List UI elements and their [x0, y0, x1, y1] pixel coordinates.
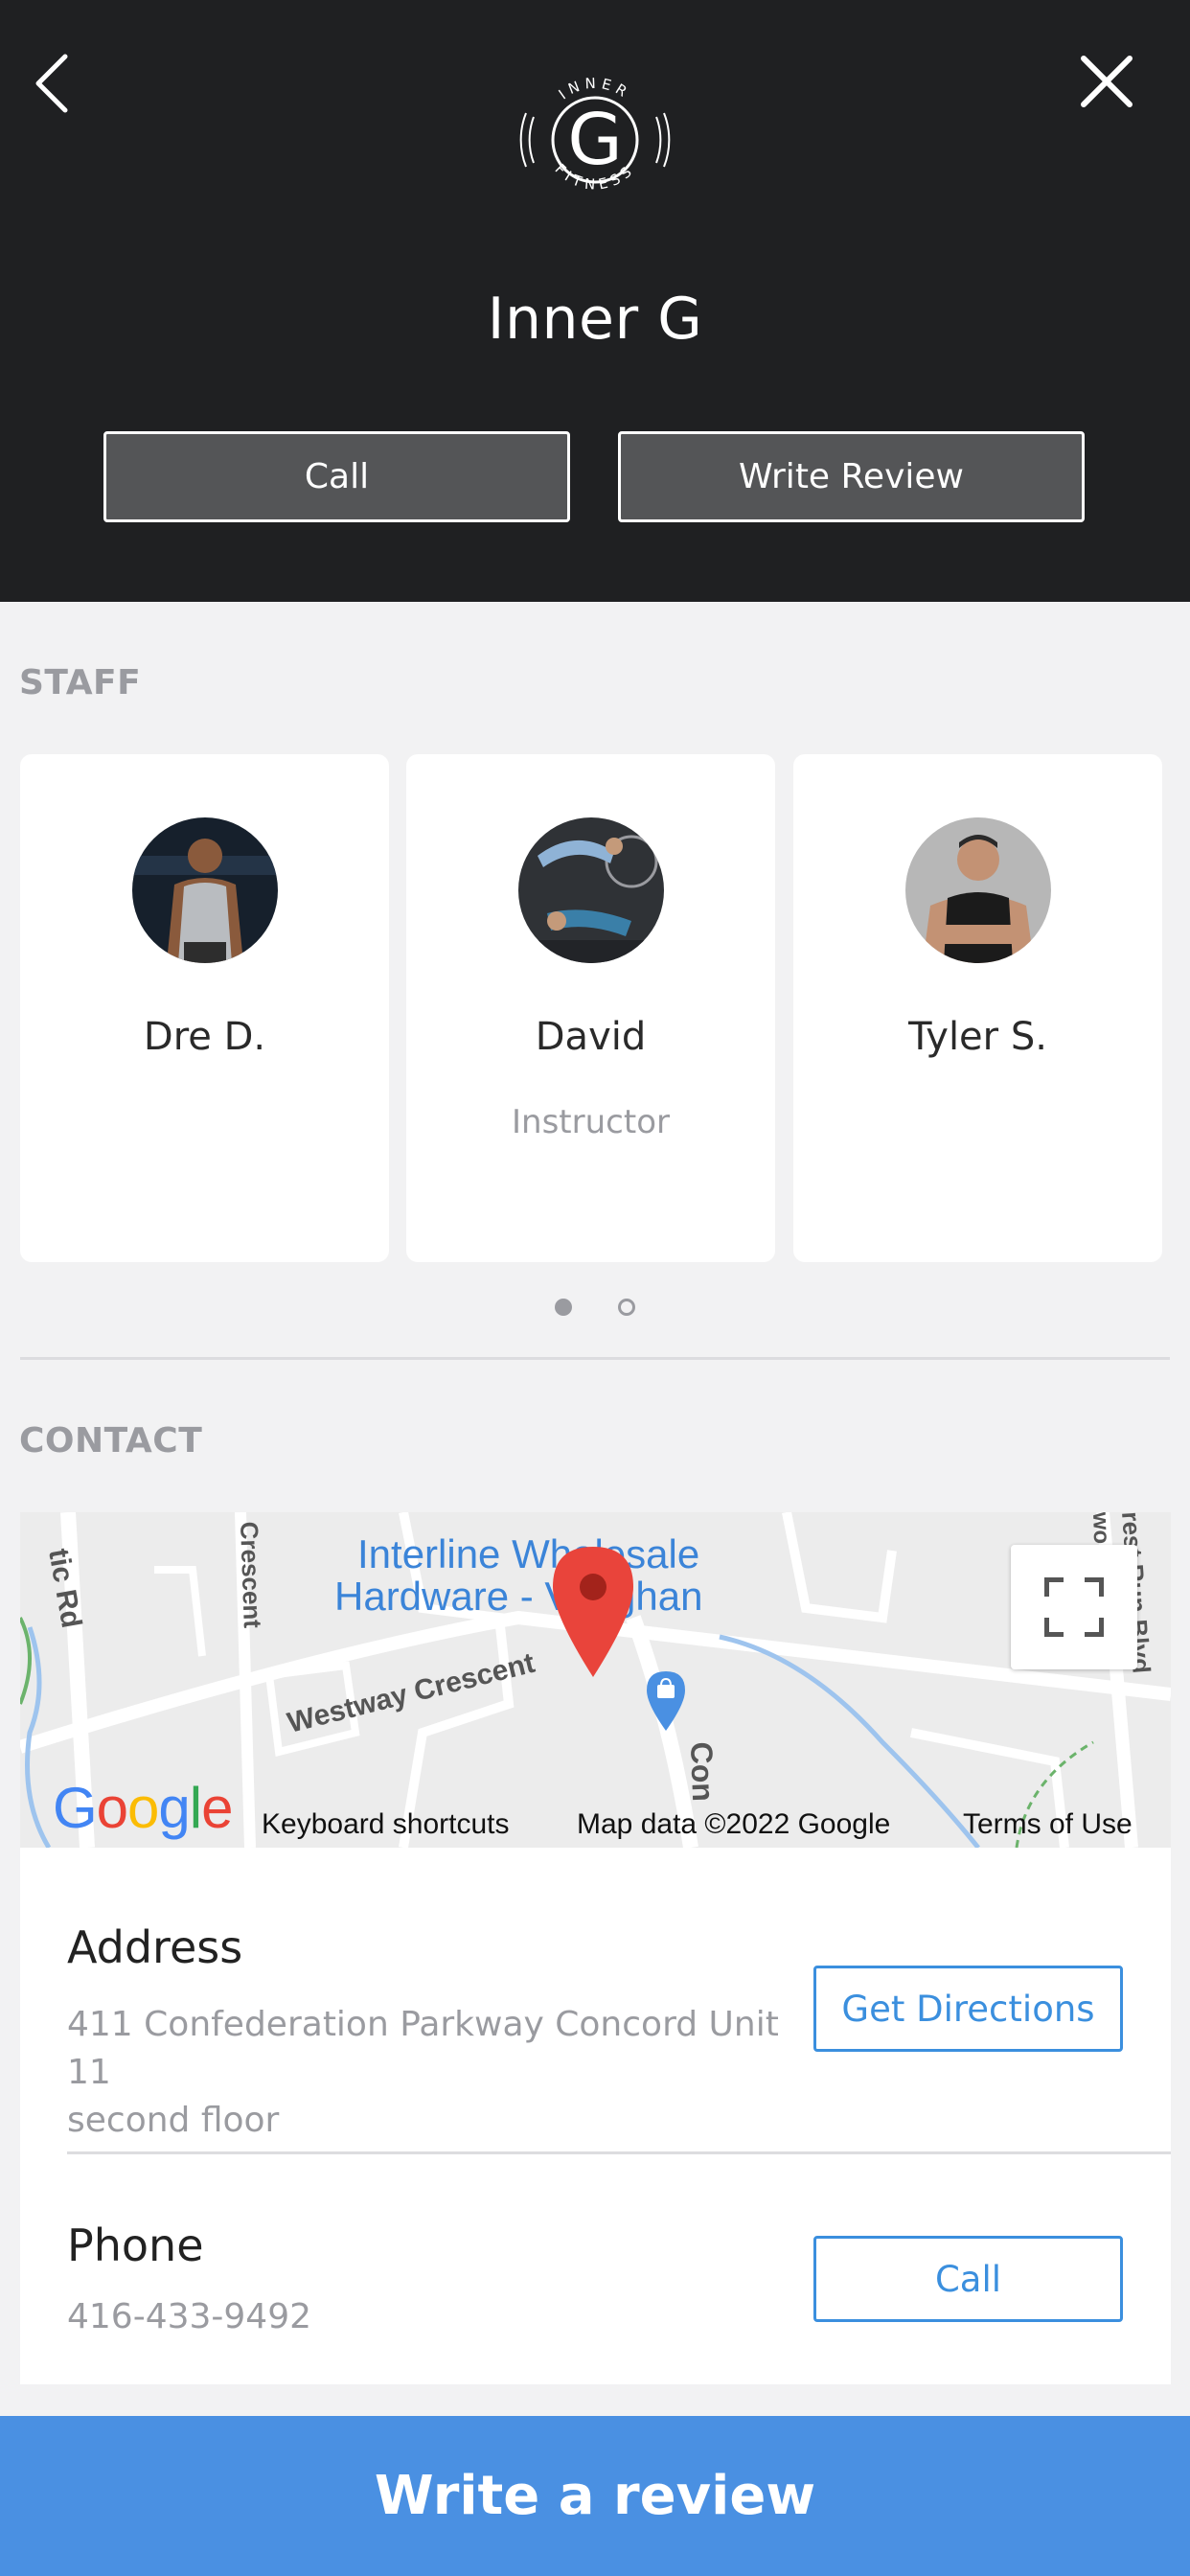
address-line-2: second floor — [67, 2101, 280, 2140]
address-line-1: 411 Confederation Parkway Concord Unit 1… — [67, 2005, 779, 2092]
avatar — [518, 817, 664, 963]
get-directions-button[interactable]: Get Directions — [813, 1966, 1123, 2052]
staff-pager — [0, 1296, 1190, 1319]
phone-call-button[interactable]: Call — [813, 2236, 1123, 2322]
address-title: Address — [67, 1921, 243, 1973]
close-icon — [1081, 56, 1133, 107]
staff-section-label: STAFF — [19, 663, 142, 702]
phone-title: Phone — [67, 2220, 204, 2271]
avatar — [132, 817, 278, 963]
contact-section-label: CONTACT — [19, 1421, 203, 1460]
staff-name: David — [535, 1015, 647, 1059]
header: INNER FITNESS G Inner G Call Write Revie… — [0, 0, 1190, 602]
pager-dot-active[interactable] — [555, 1299, 572, 1316]
staff-card[interactable]: Tyler S. — [793, 754, 1162, 1262]
map-data-attribution: Map data ©2022 Google — [577, 1808, 891, 1840]
header-call-button[interactable]: Call — [103, 431, 570, 522]
svg-text:Con: Con — [684, 1741, 721, 1802]
fullscreen-icon — [1044, 1577, 1104, 1637]
phone-number: 416-433-9492 — [67, 2297, 312, 2336]
svg-text:Crescent: Crescent — [235, 1521, 267, 1629]
keyboard-shortcuts-link[interactable]: Keyboard shortcuts — [262, 1804, 509, 1846]
staff-name: Tyler S. — [908, 1015, 1047, 1059]
avatar — [905, 817, 1051, 963]
write-a-review-button[interactable]: Write a review — [0, 2416, 1190, 2576]
pager-dot[interactable] — [618, 1299, 635, 1316]
back-button[interactable] — [21, 40, 82, 126]
page-title: Inner G — [487, 286, 703, 353]
svg-text:Hardware - Vaughan: Hardware - Vaughan — [334, 1574, 702, 1619]
staff-card[interactable]: David Instructor — [406, 754, 775, 1262]
chevron-left-icon — [35, 54, 68, 113]
address-value: 411 Confederation Parkway Concord Unit 1… — [67, 2001, 805, 2145]
section-divider — [20, 1357, 1170, 1360]
svg-text:Interline Wholesale: Interline Wholesale — [357, 1531, 699, 1576]
svg-text:G: G — [567, 99, 622, 181]
svg-text:wo: wo — [1087, 1512, 1114, 1545]
staff-name: Dre D. — [143, 1015, 266, 1059]
inner-g-logo: INNER FITNESS G — [511, 56, 679, 218]
close-button[interactable] — [1064, 38, 1150, 125]
header-write-review-button[interactable]: Write Review — [618, 431, 1085, 522]
terms-of-use-link[interactable]: Terms of Use — [963, 1804, 1133, 1846]
contact-divider — [67, 2151, 1171, 2154]
google-logo: Google — [53, 1776, 234, 1840]
staff-card[interactable]: Dre D. — [20, 754, 389, 1262]
map-fullscreen-button[interactable] — [1011, 1545, 1137, 1669]
staff-role: Instructor — [512, 1103, 670, 1141]
